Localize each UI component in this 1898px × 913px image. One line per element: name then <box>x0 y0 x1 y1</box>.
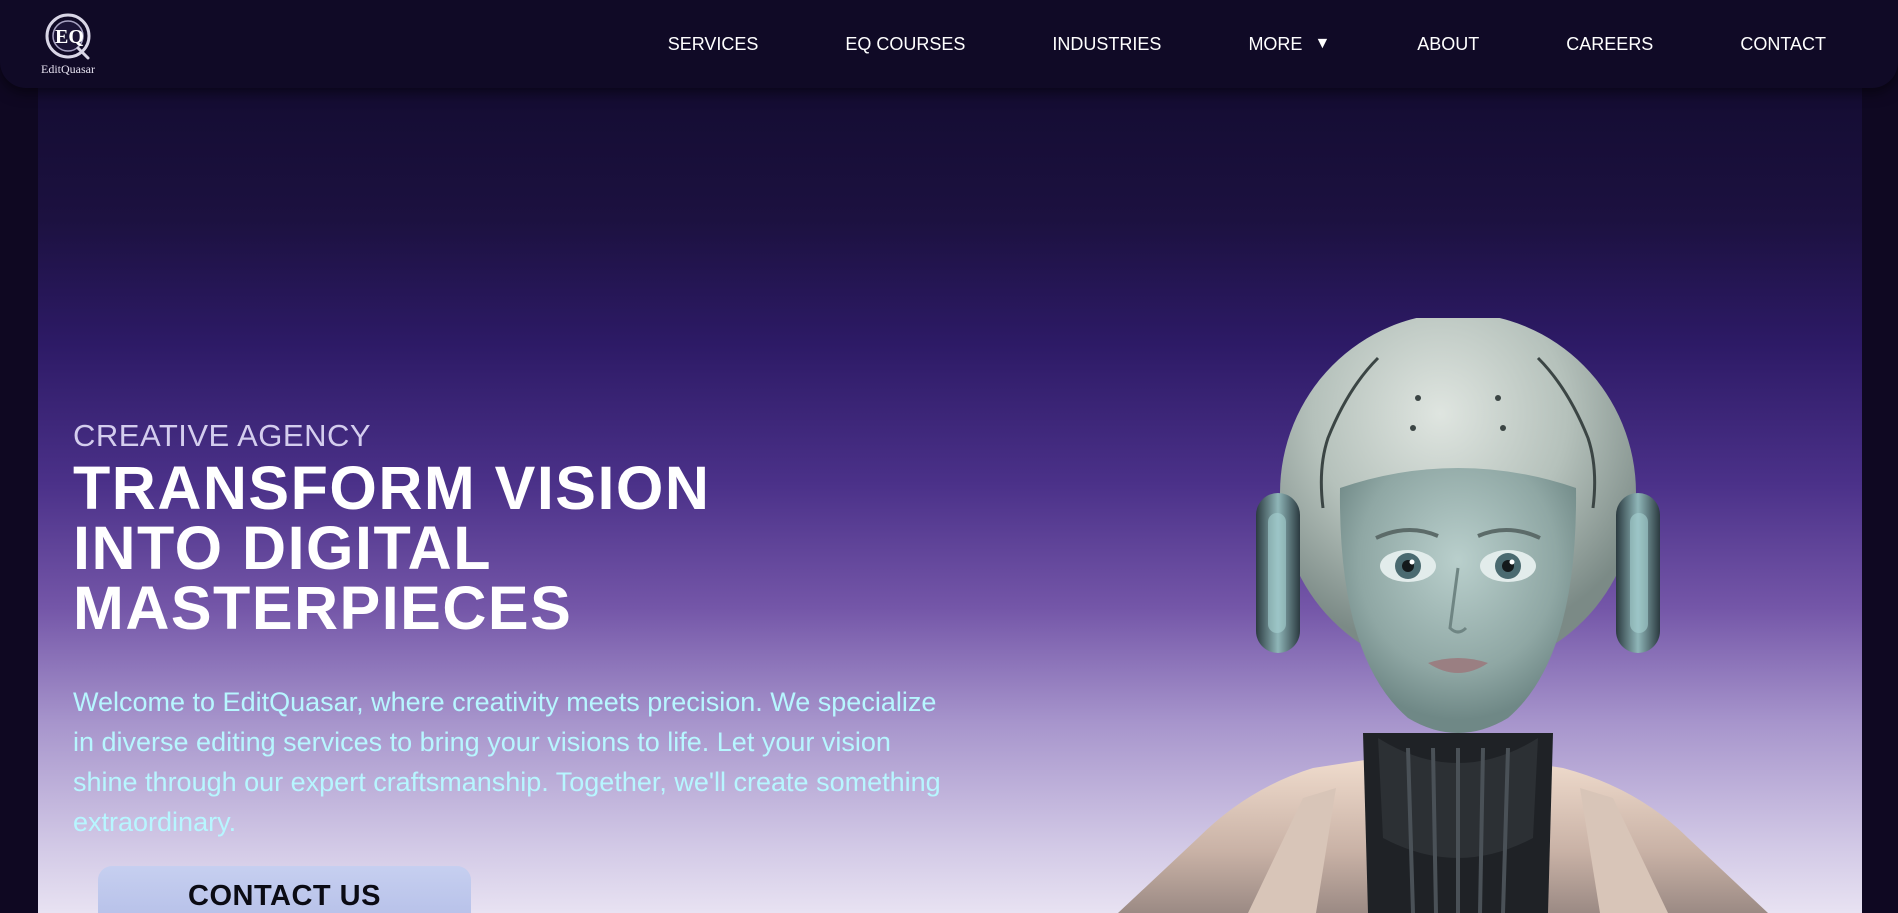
nav-about-label: ABOUT <box>1417 33 1480 54</box>
hero-eyebrow: CREATIVE AGENCY <box>73 418 372 453</box>
contact-us-button[interactable]: CONTACT US <box>98 866 471 913</box>
headline-line-1: TRANSFORM VISION <box>73 454 711 522</box>
svg-text:EQ: EQ <box>55 26 84 48</box>
nav-about[interactable]: ABOUT <box>1417 34 1479 55</box>
nav-more-label: MORE <box>1248 33 1303 54</box>
hero-headline: TRANSFORM VISION INTO DIGITAL MASTERPIEC… <box>73 454 853 642</box>
hero-section: CREATIVE AGENCY TRANSFORM VISION INTO DI… <box>38 88 1862 913</box>
caret-down-icon: ▼ <box>1314 35 1331 52</box>
eq-monogram-icon: EQ <box>45 13 91 60</box>
main-nav: SERVICES EQ COURSES INDUSTRIES MORE ▼ AB… <box>668 0 1826 88</box>
top-navbar: EQ EditQuasar SERVICES EQ COURSES INDUST… <box>0 0 1898 88</box>
nav-services[interactable]: SERVICES <box>668 34 759 55</box>
robot-woman-illustration <box>1118 318 1768 913</box>
nav-industries[interactable]: INDUSTRIES <box>1052 34 1161 55</box>
headline-line-3: MASTERPIECES <box>73 574 573 642</box>
nav-services-label: SERVICES <box>667 33 759 54</box>
logo-text: EditQuasar <box>41 62 95 76</box>
brand-logo[interactable]: EQ EditQuasar <box>36 12 100 78</box>
nav-careers-label: CAREERS <box>1566 33 1654 54</box>
nav-more-dropdown[interactable]: MORE ▼ <box>1248 34 1330 55</box>
nav-contact-label: CONTACT <box>1740 33 1826 54</box>
headline-line-2: INTO DIGITAL <box>73 514 492 582</box>
hero-intro: Welcome to EditQuasar, where creativity … <box>73 687 941 837</box>
nav-industries-label: INDUSTRIES <box>1052 33 1162 54</box>
nav-contact[interactable]: CONTACT <box>1740 34 1826 55</box>
nav-careers[interactable]: CAREERS <box>1566 34 1653 55</box>
nav-eq-courses-label: EQ COURSES <box>845 33 966 54</box>
nav-eq-courses[interactable]: EQ COURSES <box>845 34 965 55</box>
